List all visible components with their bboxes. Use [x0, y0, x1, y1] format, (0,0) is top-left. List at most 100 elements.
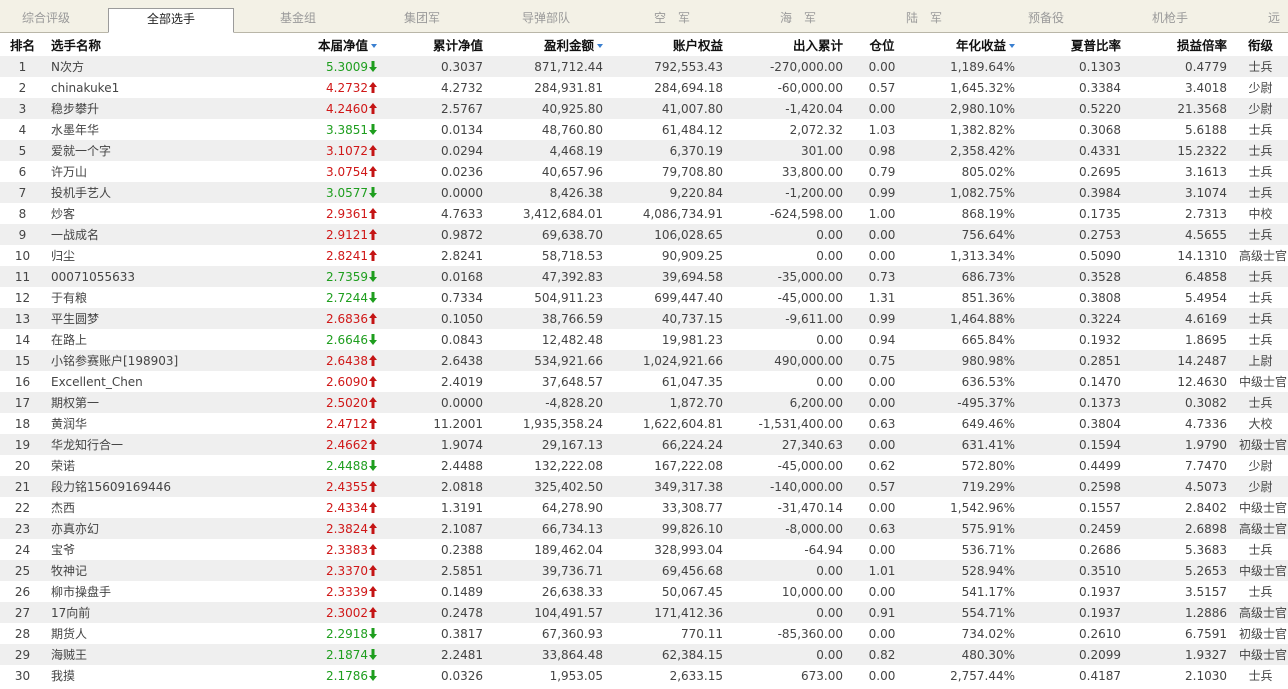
cell-profit-amount: 284,931.81 — [489, 77, 609, 98]
tab-overall-rating[interactable]: 综合评级 — [0, 8, 92, 32]
tab-fund-group[interactable]: 基金组 — [242, 8, 354, 32]
cell-account-equity: 61,047.35 — [609, 371, 729, 392]
arrow-up-icon — [369, 543, 377, 555]
cell-player-name[interactable]: 荣诺 — [45, 455, 245, 476]
table-row[interactable]: 28 期货人 2.2918 0.3817 67,360.93 770.11 -85,360.… — [0, 623, 1288, 644]
cell-player-name[interactable]: 归尘 — [45, 245, 245, 266]
table-row[interactable]: 10 归尘 2.8241 2.8241 58,718.53 90,909.25 0.00 0.… — [0, 245, 1288, 266]
cell-player-name[interactable]: 牧神记 — [45, 560, 245, 581]
cell-player-name[interactable]: 稳步攀升 — [45, 98, 245, 119]
tab-reserve[interactable]: 预备役 — [990, 8, 1102, 32]
cell-player-name[interactable]: 柳市操盘手 — [45, 581, 245, 602]
cell-player-name[interactable]: 许万山 — [45, 161, 245, 182]
table-row[interactable]: 26 柳市操盘手 2.3339 0.1489 26,638.33 50,067.45 10,… — [0, 581, 1288, 602]
cell-profit-amount: 67,360.93 — [489, 623, 609, 644]
table-row[interactable]: 17 期权第一 2.5020 0.0000 -4,828.20 1,872.70 6,200… — [0, 392, 1288, 413]
table-row[interactable]: 25 牧神记 2.3370 2.5851 39,736.71 69,456.68 0.00 1… — [0, 560, 1288, 581]
table-row[interactable]: 14 在路上 2.6646 0.0843 12,482.48 19,981.23 0.00 0… — [0, 329, 1288, 350]
column-header-profit-amount[interactable]: 盈利金额 — [489, 33, 609, 56]
cell-player-name[interactable]: 期货人 — [45, 623, 245, 644]
table-row[interactable]: 12 于有粮 2.7244 0.7334 504,911.23 699,447.40 -45… — [0, 287, 1288, 308]
sort-desc-icon[interactable] — [1009, 44, 1015, 48]
cell-net-flow: -85,360.00 — [729, 623, 849, 644]
tab-army[interactable]: 陆 军 — [866, 8, 982, 32]
cell-player-name[interactable]: chinakuke1 — [45, 77, 245, 98]
cell-player-name[interactable]: 平生圆梦 — [45, 308, 245, 329]
table-row[interactable]: 21 段力铭15609169446 2.4355 2.0818 325,402.50 34… — [0, 476, 1288, 497]
table-row[interactable]: 22 杰西 2.4334 1.3191 64,278.90 33,308.77 -31,47… — [0, 497, 1288, 518]
column-header-current-nav[interactable]: 本届净值 — [245, 33, 383, 56]
cell-player-name[interactable]: 小铭参赛账户[198903] — [45, 350, 245, 371]
table-row[interactable]: 16 Excellent_Chen 2.6090 2.4019 37,648.57 61,… — [0, 371, 1288, 392]
cell-sharpe-ratio: 0.2459 — [1021, 518, 1127, 539]
cell-sharpe-ratio: 0.2099 — [1021, 644, 1127, 665]
cell-rank: 9 — [0, 224, 45, 245]
cell-player-name[interactable]: 于有粮 — [45, 287, 245, 308]
cell-net-flow: 673.00 — [729, 665, 849, 686]
table-row[interactable]: 4 水墨年华 3.3851 0.0134 48,760.80 61,484.12 2,072… — [0, 119, 1288, 140]
sort-desc-icon[interactable] — [597, 44, 603, 48]
table-row[interactable]: 23 亦真亦幻 2.3824 2.1087 66,734.13 99,826.10 -8,0… — [0, 518, 1288, 539]
cell-player-name[interactable]: 海贼王 — [45, 644, 245, 665]
table-row[interactable]: 1 N次方 5.3009 0.3037 871,712.44 792,553.43 -270… — [0, 56, 1288, 77]
cell-account-equity: 50,067.45 — [609, 581, 729, 602]
table-row[interactable]: 3 稳步攀升 4.2460 2.5767 40,925.80 41,007.80 -1,42… — [0, 98, 1288, 119]
table-row[interactable]: 20 荣诺 2.4488 2.4488 132,222.08 167,222.08 -45,… — [0, 455, 1288, 476]
table-row[interactable]: 8 炒客 2.9361 4.7633 3,412,684.01 4,086,734.91-… — [0, 203, 1288, 224]
table-row[interactable]: 7 投机手艺人 3.0577 0.0000 8,426.38 9,220.84 -1,200… — [0, 182, 1288, 203]
arrow-up-icon — [369, 522, 377, 534]
cell-position: 0.00 — [849, 623, 915, 644]
cell-annual-return: 1,645.32% — [915, 77, 1021, 98]
table-row[interactable]: 27 17向前 2.3002 0.2478 104,491.57 171,412.36 0.… — [0, 602, 1288, 623]
nav-value: 2.1874 — [326, 647, 368, 662]
cell-player-name[interactable]: 投机手艺人 — [45, 182, 245, 203]
column-header-annual-return[interactable]: 年化收益 — [915, 33, 1021, 56]
cell-player-name[interactable]: 爱就一个字 — [45, 140, 245, 161]
tab-missile-force[interactable]: 导弹部队 — [490, 8, 602, 32]
cell-player-name[interactable]: 华龙知行合一 — [45, 434, 245, 455]
cell-player-name[interactable]: 一战成名 — [45, 224, 245, 245]
cell-player-name[interactable]: 在路上 — [45, 329, 245, 350]
cell-profit-loss-ratio: 21.3568 — [1127, 98, 1233, 119]
table-row[interactable]: 24 宝爷 2.3383 0.2388 189,462.04 328,993.04 -64.… — [0, 539, 1288, 560]
table-row[interactable]: 2 chinakuke1 4.2732 4.2732 284,931.81 284,694… — [0, 77, 1288, 98]
table-row[interactable]: 6 许万山 3.0754 0.0236 40,657.96 79,708.80 33,800… — [0, 161, 1288, 182]
nav-value: 3.0754 — [326, 164, 368, 179]
cell-player-name[interactable]: 00071055633 — [45, 266, 245, 287]
cell-player-name[interactable]: 水墨年华 — [45, 119, 245, 140]
cell-cumulative-nav: 0.7334 — [383, 287, 489, 308]
cell-player-name[interactable]: 炒客 — [45, 203, 245, 224]
table-row[interactable]: 19 华龙知行合一 2.4662 1.9074 29,167.13 66,224.24 27… — [0, 434, 1288, 455]
cell-player-name[interactable]: 亦真亦幻 — [45, 518, 245, 539]
arrow-up-icon — [369, 81, 377, 93]
cell-cumulative-nav: 0.0236 — [383, 161, 489, 182]
sort-desc-icon[interactable] — [371, 44, 377, 48]
tab-group-army[interactable]: 集团军 — [366, 8, 478, 32]
table-row[interactable]: 15 小铭参赛账户[198903] 2.6438 2.6438 534,921.66 1,… — [0, 350, 1288, 371]
cell-cumulative-nav: 0.0843 — [383, 329, 489, 350]
table-row[interactable]: 11 00071055633 2.7359 0.0168 47,392.83 39,694… — [0, 266, 1288, 287]
cell-player-name[interactable]: 17向前 — [45, 602, 245, 623]
cell-player-name[interactable]: 我摸 — [45, 665, 245, 686]
tab-air-force[interactable]: 空 军 — [614, 8, 730, 32]
cell-rank: 3 — [0, 98, 45, 119]
tab-navy[interactable]: 海 军 — [740, 8, 856, 32]
cell-player-name[interactable]: N次方 — [45, 56, 245, 77]
table-row[interactable]: 18 黄润华 2.4712 11.2001 1,935,358.24 1,622,604.… — [0, 413, 1288, 434]
cell-player-name[interactable]: 期权第一 — [45, 392, 245, 413]
table-row[interactable]: 5 爱就一个字 3.1072 0.0294 4,468.19 6,370.19 301.00… — [0, 140, 1288, 161]
cell-sharpe-ratio: 0.2753 — [1021, 224, 1127, 245]
cell-player-name[interactable]: 宝爷 — [45, 539, 245, 560]
cell-player-name[interactable]: Excellent_Chen — [45, 371, 245, 392]
tab-all-players[interactable]: 全部选手 — [108, 8, 234, 33]
cell-player-name[interactable]: 黄润华 — [45, 413, 245, 434]
tab-more[interactable]: 远 — [1268, 8, 1288, 32]
tab-gunner[interactable]: 机枪手 — [1114, 8, 1226, 32]
cell-player-name[interactable]: 杰西 — [45, 497, 245, 518]
table-row[interactable]: 29 海贼王 2.1874 2.2481 33,864.48 62,384.15 0.00 0… — [0, 644, 1288, 665]
table-row[interactable]: 9 一战成名 2.9121 0.9872 69,638.70 106,028.65 0.00… — [0, 224, 1288, 245]
cell-account-equity: 41,007.80 — [609, 98, 729, 119]
cell-player-name[interactable]: 段力铭15609169446 — [45, 476, 245, 497]
table-row[interactable]: 30 我摸 2.1786 0.0326 1,953.05 2,633.15 673.00 0.… — [0, 665, 1288, 686]
table-row[interactable]: 13 平生圆梦 2.6836 0.1050 38,766.59 40,737.15 -9,6… — [0, 308, 1288, 329]
